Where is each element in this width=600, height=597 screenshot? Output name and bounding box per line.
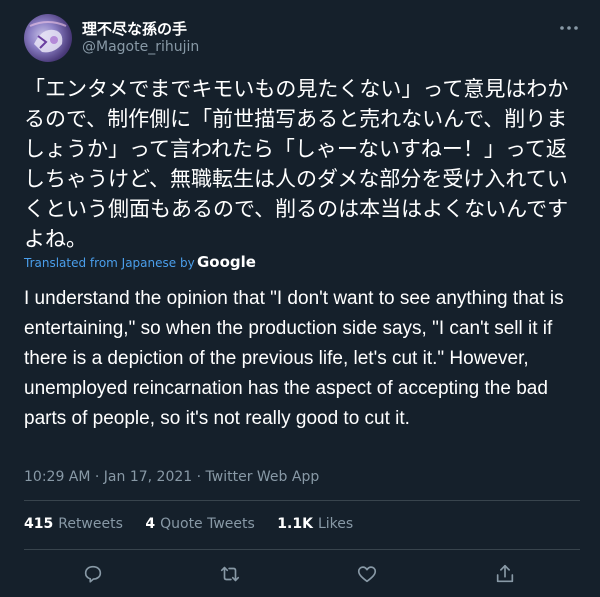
more-options-icon[interactable] [558, 20, 580, 34]
tweet-header: 理不尽な孫の手 @Magote_rihujin [24, 14, 580, 62]
retweet-icon[interactable] [219, 563, 241, 585]
quotes-count: 4 [145, 516, 156, 532]
tweet-original-text: 「エンタメでまでキモいもの見たくない」って意見はわかるので、制作側に「前世描写あ… [24, 77, 569, 251]
avatar-illustration [29, 21, 67, 53]
reply-icon[interactable] [82, 563, 104, 585]
likes-label: Likes [317, 516, 354, 532]
display-name[interactable]: 理不尽な孫の手 [82, 18, 187, 39]
likes-stat[interactable]: 1.1K Likes [277, 516, 353, 532]
avatar[interactable] [24, 14, 72, 62]
divider [24, 549, 580, 550]
retweets-label: Retweets [58, 516, 123, 532]
share-icon[interactable] [494, 563, 516, 585]
tweet-card: 理不尽な孫の手 @Magote_rihujin 「エンタメでまでキモいもの見たく… [0, 0, 600, 597]
translator-name: Google [197, 253, 256, 271]
like-icon[interactable] [356, 563, 378, 585]
user-handle[interactable]: @Magote_rihujin [82, 39, 199, 55]
tweet-actions [0, 563, 600, 585]
translated-from-link[interactable]: Translated from Japanese by [24, 256, 195, 270]
retweets-stat[interactable]: 415 Retweets [24, 516, 123, 532]
divider [24, 500, 580, 501]
likes-count: 1.1K [277, 516, 313, 532]
quote-tweets-stat[interactable]: 4 Quote Tweets [145, 516, 254, 532]
tweet-translation-text: I understand the opinion that "I don't w… [24, 288, 564, 429]
tweet-stats: 415 Retweets 4 Quote Tweets 1.1K Likes [24, 516, 371, 532]
quotes-label: Quote Tweets [160, 516, 255, 532]
retweets-count: 415 [24, 516, 54, 532]
tweet-timestamp[interactable]: 10:29 AM · Jan 17, 2021 · Twitter Web Ap… [24, 469, 319, 485]
